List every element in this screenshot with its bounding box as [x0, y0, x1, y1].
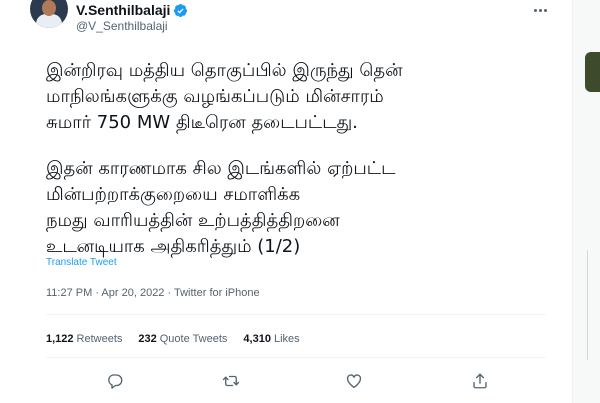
translate-tweet-link[interactable]: Translate Tweet	[46, 257, 117, 268]
author-handle[interactable]: @V_Senthilbalaji	[76, 19, 168, 33]
reply-button[interactable]	[102, 368, 128, 394]
tweet-line: இன்றிரவு மத்திய தொகுப்பில் இருந்து தென்	[46, 60, 403, 81]
side-panel-border	[587, 250, 600, 360]
side-panel-edge	[572, 0, 600, 403]
divider	[46, 357, 546, 358]
retweets-label: Retweets	[76, 333, 123, 345]
tweet-actions	[46, 368, 516, 394]
likes-stat[interactable]: 4,310 Likes	[243, 333, 299, 345]
more-dot	[533, 8, 537, 12]
avatar[interactable]	[30, 0, 68, 28]
reply-icon	[108, 374, 123, 389]
share-button[interactable]	[467, 368, 493, 394]
quote-tweets-label: Quote Tweets	[159, 333, 228, 345]
retweets-stat[interactable]: 1,122 Retweets	[46, 333, 122, 345]
quote-tweets-count: 232	[138, 333, 157, 345]
like-button[interactable]	[341, 368, 367, 394]
side-thumbnail[interactable]	[585, 52, 600, 92]
like-icon	[346, 374, 362, 389]
retweet-button[interactable]	[218, 368, 244, 394]
author-display-name[interactable]: V.Senthilbalaji	[76, 2, 170, 18]
likes-count: 4,310	[243, 333, 271, 345]
share-icon	[473, 373, 487, 389]
retweets-count: 1,122	[46, 333, 74, 345]
tweet-line: சுமார் 750 MW திடீரென தடைபட்டது.	[46, 112, 358, 133]
tweet-timestamp[interactable]: 11:27 PM · Apr 20, 2022 · Twitter for iP…	[46, 287, 260, 299]
more-dot	[543, 8, 547, 12]
avatar-shirt	[36, 14, 62, 28]
tweet-line: இதன் காரணமாக சில இடங்களில் ஏற்பட்ட	[46, 158, 396, 179]
tweet-line: உடனடியாக அதிகரித்தும் (1/2)	[46, 236, 301, 257]
tweet-card: V.Senthilbalaji @V_Senthilbalaji இன்றிரவ…	[0, 0, 572, 403]
tweet-line: நமது வாரியத்தின் உற்பத்தித்திறனை	[46, 210, 340, 231]
tweet-line: மின்பற்றாக்குறையை சமாளிக்க	[46, 184, 301, 205]
avatar-face	[42, 0, 56, 16]
more-icon[interactable]	[528, 1, 552, 19]
retweet-icon	[222, 375, 240, 387]
likes-label: Likes	[273, 333, 300, 345]
tweet-line: மாநிலங்களுக்கு வழங்கப்படும் மின்சாரம்	[46, 86, 384, 107]
author-name-row: V.Senthilbalaji	[76, 2, 188, 18]
quote-tweets-stat[interactable]: 232 Quote Tweets	[138, 333, 227, 345]
verified-badge-icon	[174, 3, 188, 17]
more-dot	[538, 8, 542, 12]
tweet-text: இன்றிரவு மத்திய தொகுப்பில் இருந்து தென் …	[46, 58, 546, 260]
divider	[46, 314, 546, 315]
tweet-stats: 1,122 Retweets 232 Quote Tweets 4,310 Likes	[46, 333, 316, 345]
